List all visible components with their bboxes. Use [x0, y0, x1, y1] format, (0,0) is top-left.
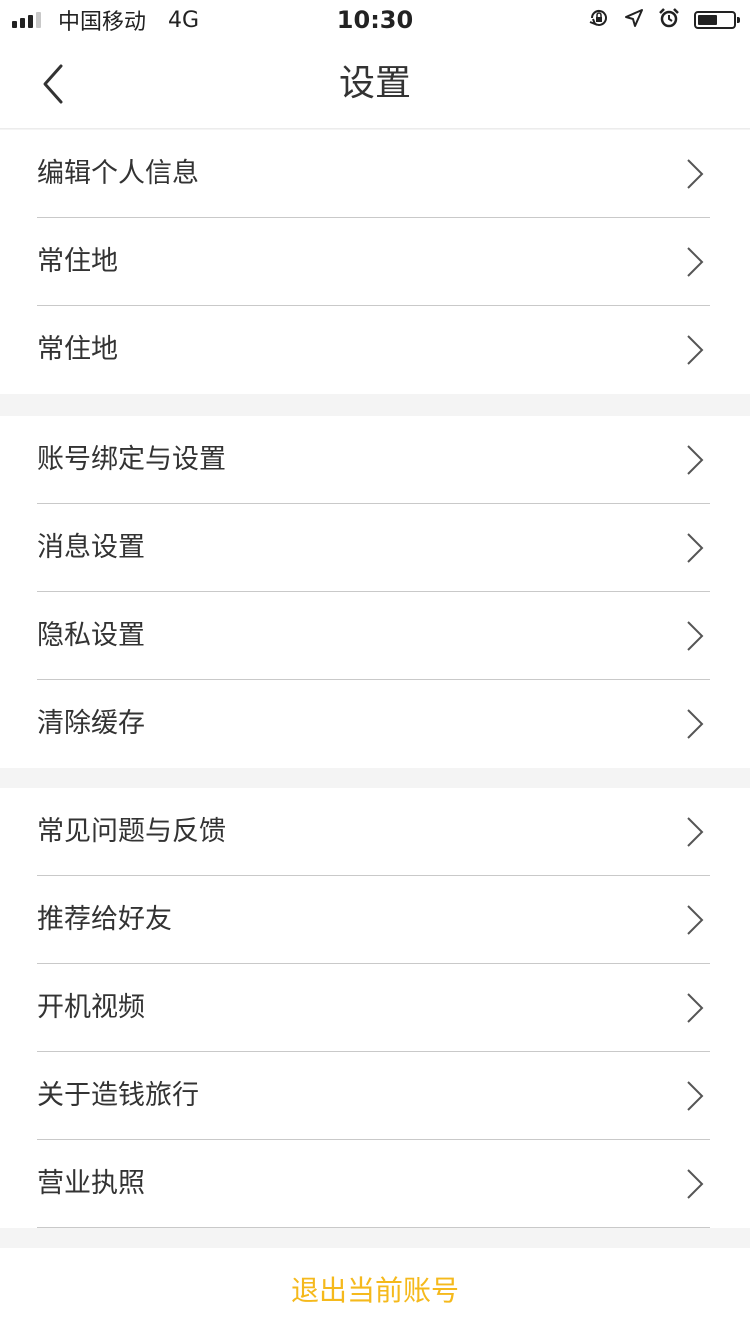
settings-item-launch-video[interactable]: 开机视频: [0, 964, 750, 1052]
chevron-right-icon: [687, 335, 704, 365]
chevron-right-icon: [687, 445, 704, 475]
settings-group-about: 常见问题与反馈 推荐给好友 开机视频 关于造钱旅行 营业执照: [0, 788, 750, 1228]
settings-item-label: 消息设置: [37, 532, 145, 563]
settings-item-label: 开机视频: [37, 992, 145, 1023]
orientation-lock-icon: [588, 7, 610, 33]
chevron-right-icon: [687, 247, 704, 277]
settings-item-label: 推荐给好友: [37, 904, 172, 935]
settings-item-label: 账号绑定与设置: [37, 444, 226, 475]
chevron-right-icon: [687, 817, 704, 847]
settings-item-about[interactable]: 关于造钱旅行: [0, 1052, 750, 1140]
settings-item-faq-feedback[interactable]: 常见问题与反馈: [0, 788, 750, 876]
settings-item-account-binding[interactable]: 账号绑定与设置: [0, 416, 750, 504]
logout-button[interactable]: 退出当前账号: [0, 1248, 750, 1334]
settings-item-clear-cache[interactable]: 清除缓存: [0, 680, 750, 768]
settings-item-edit-profile[interactable]: 编辑个人信息: [0, 130, 750, 218]
settings-item-label: 关于造钱旅行: [37, 1080, 199, 1111]
settings-item-label: 常见问题与反馈: [37, 816, 226, 847]
battery-icon: [694, 11, 740, 29]
alarm-icon: [658, 7, 680, 33]
settings-item-message-settings[interactable]: 消息设置: [0, 504, 750, 592]
settings-item-label: 常住地: [37, 334, 118, 365]
chevron-right-icon: [687, 905, 704, 935]
battery-level: [698, 15, 717, 25]
settings-group-account: 账号绑定与设置 消息设置 隐私设置 清除缓存: [0, 416, 750, 768]
settings-item-residence-2[interactable]: 常住地: [0, 306, 750, 394]
settings-item-label: 营业执照: [37, 1168, 145, 1199]
settings-item-label: 清除缓存: [37, 708, 145, 739]
chevron-right-icon: [687, 1169, 704, 1199]
chevron-right-icon: [687, 159, 704, 189]
settings-group-profile: 编辑个人信息 常住地 常住地: [0, 130, 750, 394]
status-bar: 中国移动 4G 10:30: [0, 0, 750, 40]
settings-item-privacy-settings[interactable]: 隐私设置: [0, 592, 750, 680]
chevron-right-icon: [687, 993, 704, 1023]
chevron-right-icon: [687, 533, 704, 563]
chevron-right-icon: [687, 709, 704, 739]
page-title: 设置: [338, 63, 411, 104]
settings-item-label: 隐私设置: [37, 620, 145, 651]
settings-item-residence-1[interactable]: 常住地: [0, 218, 750, 306]
divider: [37, 1227, 710, 1228]
settings-item-label: 常住地: [37, 246, 118, 277]
settings-item-business-license[interactable]: 营业执照: [0, 1140, 750, 1228]
nav-bar: 设置: [0, 40, 750, 129]
status-right: [574, 7, 740, 33]
settings-item-recommend-friends[interactable]: 推荐给好友: [0, 876, 750, 964]
chevron-right-icon: [687, 1081, 704, 1111]
chevron-right-icon: [687, 621, 704, 651]
location-icon: [624, 8, 644, 32]
settings-item-label: 编辑个人信息: [37, 158, 199, 189]
